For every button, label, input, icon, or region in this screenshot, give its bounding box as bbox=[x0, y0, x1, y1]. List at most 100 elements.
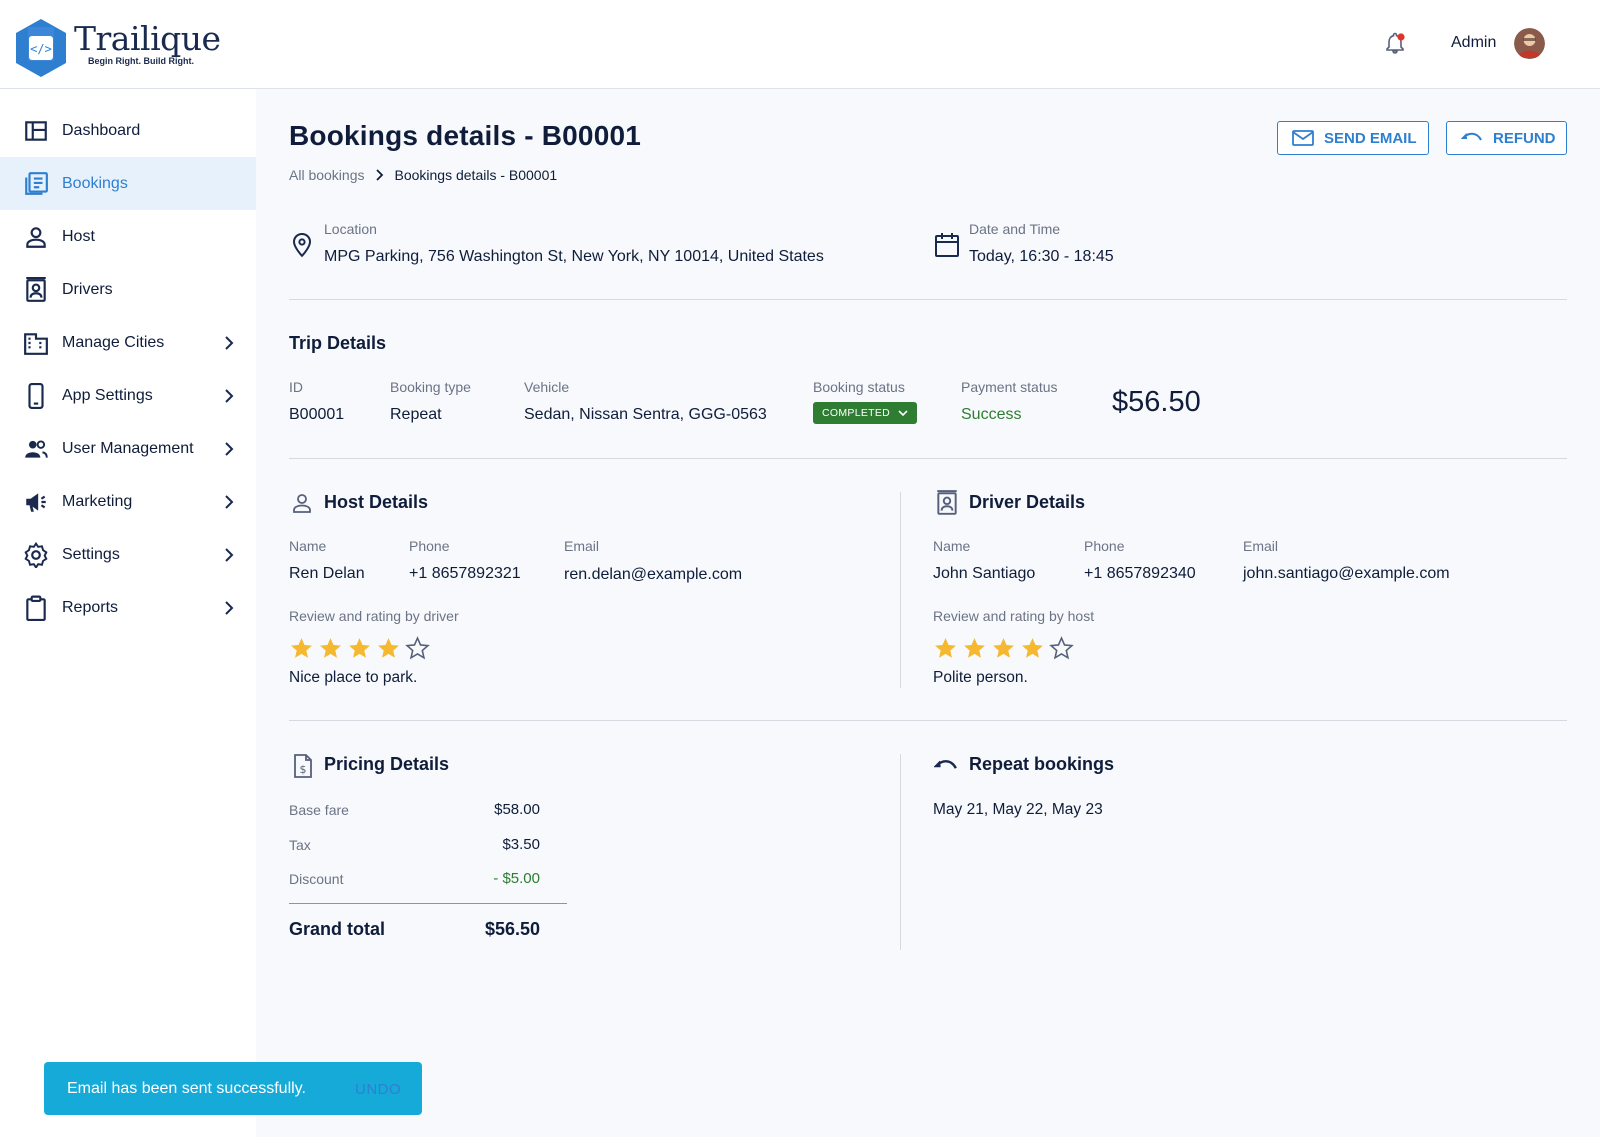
brand-logo[interactable]: </> Trailique Begin Right. Build Right. bbox=[10, 17, 221, 79]
envelope-icon bbox=[1292, 130, 1314, 146]
undo-arrow-icon bbox=[934, 760, 957, 769]
refund-button[interactable]: REFUND bbox=[1446, 121, 1567, 155]
user-avatar[interactable] bbox=[1514, 28, 1545, 59]
driver-details-title: Driver Details bbox=[969, 492, 1086, 512]
notification-bell-icon[interactable] bbox=[1383, 32, 1407, 56]
toast-notification: Email has been sent successfully. UNDO bbox=[44, 1062, 422, 1115]
megaphone-icon bbox=[26, 493, 46, 512]
discount-label: Discount bbox=[289, 871, 344, 887]
toast-undo-button[interactable]: UNDO bbox=[355, 1081, 401, 1098]
driver-rating-stars bbox=[933, 636, 1078, 661]
sidebar-item-settings[interactable]: Settings bbox=[0, 528, 256, 581]
repeat-bookings-dates: May 21, May 22, May 23 bbox=[933, 801, 1103, 818]
sidebar-item-drivers[interactable]: Drivers bbox=[0, 263, 256, 316]
sidebar-item-label: Drivers bbox=[62, 280, 113, 298]
sidebar: Dashboard Bookings Host Drivers Manage C… bbox=[0, 89, 256, 1137]
star-filled-icon bbox=[378, 638, 399, 658]
city-icon bbox=[24, 333, 48, 355]
booking-type-label: Booking type bbox=[390, 379, 471, 395]
host-review-text: Nice place to park. bbox=[289, 669, 418, 686]
base-fare: $58.00 bbox=[494, 801, 540, 818]
discount: - $5.00 bbox=[493, 870, 540, 887]
sidebar-item-bookings[interactable]: Bookings bbox=[0, 157, 256, 210]
datetime-label: Date and Time bbox=[969, 221, 1061, 237]
repeat-bookings-title: Repeat bookings bbox=[969, 754, 1115, 774]
location-value: MPG Parking, 756 Washington St, New York… bbox=[324, 248, 824, 265]
vertical-divider bbox=[900, 754, 901, 950]
divider bbox=[289, 299, 1567, 300]
driver-email-label: Email bbox=[1243, 538, 1279, 554]
star-filled-icon bbox=[320, 638, 341, 658]
svg-text:</>: </> bbox=[30, 42, 52, 56]
booking-status-label: Booking status bbox=[813, 379, 905, 395]
star-empty-icon bbox=[405, 636, 430, 660]
vertical-divider bbox=[900, 492, 901, 688]
pricing-divider bbox=[289, 903, 567, 904]
driver-email[interactable]: john.santiago@example.com bbox=[1243, 565, 1450, 583]
driver-review-label: Review and rating by host bbox=[933, 608, 1095, 624]
host-rating-stars bbox=[289, 636, 434, 661]
divider bbox=[289, 720, 1567, 721]
sidebar-item-user-management[interactable]: User Management bbox=[0, 422, 256, 475]
sidebar-item-label: Dashboard bbox=[62, 121, 141, 139]
sidebar-item-marketing[interactable]: Marketing bbox=[0, 475, 256, 528]
host-review-label: Review and rating by driver bbox=[289, 608, 459, 624]
sidebar-item-label: Host bbox=[62, 227, 95, 245]
send-email-label: SEND EMAIL bbox=[1324, 129, 1417, 147]
sidebar-item-label: Reports bbox=[62, 598, 119, 616]
host-details-title: Host Details bbox=[324, 492, 429, 512]
trip-id: B00001 bbox=[289, 406, 345, 423]
calendar-icon bbox=[935, 233, 959, 257]
host-email[interactable]: ren.delan@example.com bbox=[564, 566, 742, 584]
driver-review-text: Polite person. bbox=[933, 669, 1028, 686]
user-name[interactable]: Admin bbox=[1451, 34, 1496, 52]
dashboard-icon bbox=[25, 121, 47, 141]
svg-text:$: $ bbox=[300, 763, 307, 776]
trip-id-label: ID bbox=[289, 379, 303, 395]
person-icon bbox=[293, 494, 311, 513]
sidebar-item-app-settings[interactable]: App Settings bbox=[0, 369, 256, 422]
booking-status-dropdown[interactable]: COMPLETED bbox=[813, 402, 917, 424]
sidebar-item-manage-cities[interactable]: Manage Cities bbox=[0, 316, 256, 369]
users-icon bbox=[25, 440, 48, 458]
host-email-label: Email bbox=[564, 538, 600, 554]
vehicle: Sedan, Nissan Sentra, GGG-0563 bbox=[524, 406, 767, 423]
sidebar-item-label: App Settings bbox=[62, 386, 153, 404]
gear-icon bbox=[24, 542, 48, 568]
send-email-button[interactable]: SEND EMAIL bbox=[1277, 121, 1429, 155]
chevron-right-icon bbox=[225, 442, 234, 456]
location-pin-icon bbox=[292, 232, 312, 258]
star-filled-icon bbox=[993, 638, 1014, 658]
brand-name: Trailique bbox=[74, 19, 221, 58]
chevron-right-icon bbox=[225, 495, 234, 509]
smartphone-icon bbox=[28, 383, 44, 409]
breadcrumb-parent-link[interactable]: All bookings bbox=[289, 167, 365, 183]
driver-phone: +1 8657892340 bbox=[1084, 565, 1196, 582]
grand-total: $56.50 bbox=[484, 919, 540, 939]
sidebar-item-reports[interactable]: Reports bbox=[0, 581, 256, 634]
host-name-label: Name bbox=[289, 538, 327, 554]
trip-amount: $56.50 bbox=[1112, 386, 1201, 418]
tax: $3.50 bbox=[502, 836, 540, 853]
driver-name: John Santiago bbox=[933, 565, 1036, 582]
chevron-right-icon bbox=[375, 169, 383, 181]
host-name: Ren Delan bbox=[289, 565, 365, 582]
chevron-right-icon bbox=[225, 389, 234, 403]
base-fare-label: Base fare bbox=[289, 802, 349, 818]
booking-type: Repeat bbox=[390, 406, 442, 423]
vehicle-label: Vehicle bbox=[524, 379, 570, 395]
breadcrumb-current: Bookings details - B00001 bbox=[394, 167, 558, 183]
sidebar-item-dashboard[interactable]: Dashboard bbox=[0, 104, 256, 157]
page-title: Bookings details - B00001 bbox=[289, 120, 642, 151]
clipboard-icon bbox=[26, 595, 46, 621]
star-filled-icon bbox=[964, 638, 985, 658]
chevron-right-icon bbox=[225, 336, 234, 350]
sidebar-item-host[interactable]: Host bbox=[0, 210, 256, 263]
contact-card-icon bbox=[937, 490, 957, 515]
driver-phone-label: Phone bbox=[1084, 538, 1125, 554]
top-header: </> Trailique Begin Right. Build Right. … bbox=[0, 0, 1600, 89]
tax-label: Tax bbox=[289, 837, 311, 853]
refund-label: REFUND bbox=[1493, 129, 1556, 147]
driver-name-label: Name bbox=[933, 538, 971, 554]
host-phone: +1 8657892321 bbox=[409, 565, 521, 582]
